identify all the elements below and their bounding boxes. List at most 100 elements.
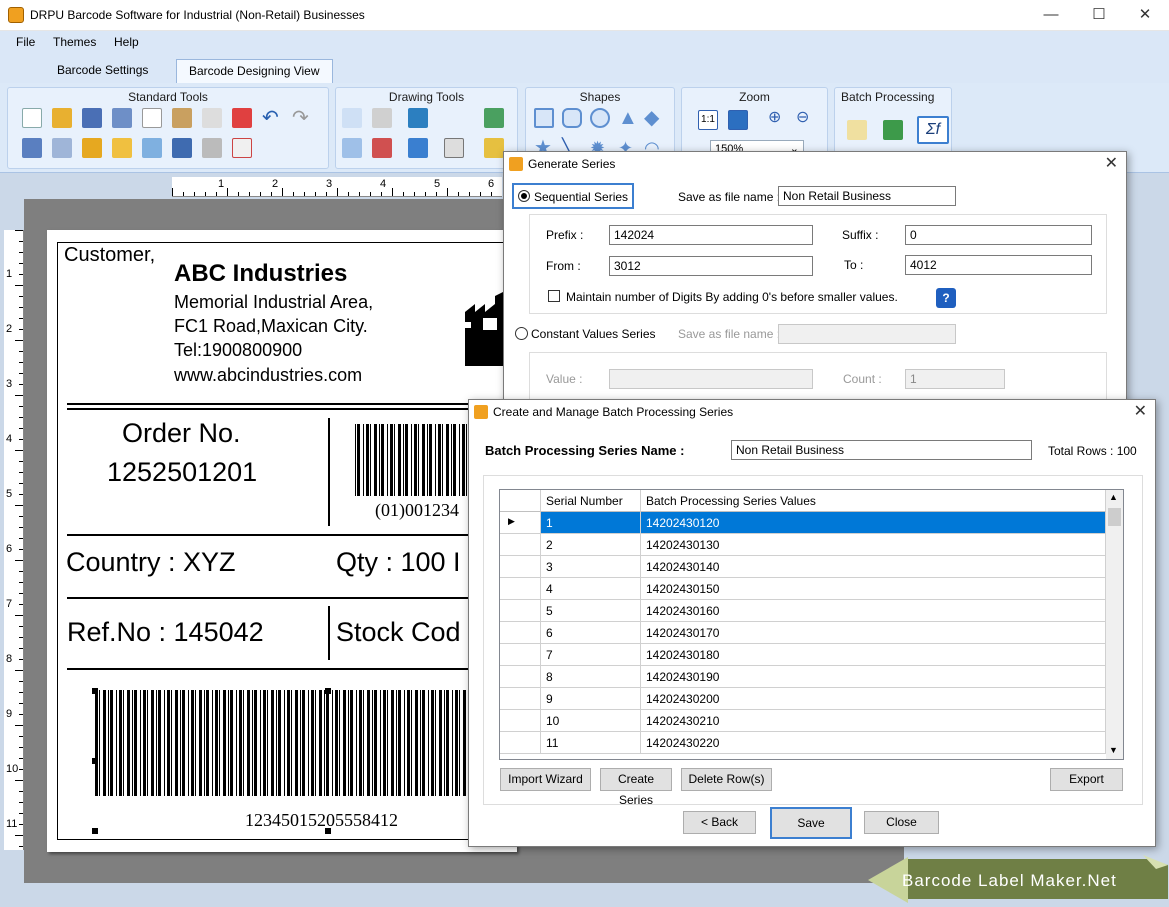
tab-barcode-settings[interactable]: Barcode Settings <box>45 59 160 83</box>
import-wizard-button[interactable]: Import Wizard <box>500 768 591 791</box>
menu-file[interactable]: File <box>16 35 35 49</box>
triangle-icon[interactable]: ▲ <box>618 108 638 128</box>
order-title[interactable]: Order No. <box>122 418 241 449</box>
redo-icon[interactable]: ↷ <box>292 108 312 128</box>
row-header[interactable] <box>500 534 541 556</box>
help-icon[interactable]: ? <box>936 288 956 308</box>
serial-cell[interactable]: 6 <box>541 622 641 644</box>
row-header[interactable] <box>500 600 541 622</box>
text-icon[interactable] <box>342 108 362 128</box>
tab-barcode-designing-view[interactable]: Barcode Designing View <box>176 59 333 83</box>
scroll-down-icon[interactable]: ▼ <box>1109 745 1118 755</box>
value-cell[interactable]: 14202430200 <box>641 688 1106 710</box>
order-number[interactable]: 1252501201 <box>107 457 257 488</box>
row-header[interactable] <box>500 688 541 710</box>
barcode-1-text[interactable]: (01)001234 <box>375 500 459 521</box>
value-cell[interactable]: 14202430190 <box>641 666 1106 688</box>
address-line2[interactable]: FC1 Road,Maxican City. <box>174 316 368 337</box>
table-row[interactable]: 2 14202430130 <box>500 534 1106 556</box>
rounded-rectangle-icon[interactable] <box>562 108 582 128</box>
close-window-button[interactable]: ✕ <box>1130 4 1160 26</box>
table-row[interactable]: 8 14202430190 <box>500 666 1106 688</box>
series-name-input[interactable]: Non Retail Business <box>731 440 1032 460</box>
scroll-up-icon[interactable]: ▲ <box>1109 492 1118 502</box>
sequential-series-radio[interactable]: Sequential Series <box>512 183 634 209</box>
scroll-thumb[interactable] <box>1108 508 1121 526</box>
edit-series-icon[interactable] <box>847 120 867 140</box>
pen-icon[interactable] <box>372 108 392 128</box>
delete-icon[interactable] <box>232 108 252 128</box>
resize-handle[interactable] <box>92 828 98 834</box>
serial-cell[interactable]: 10 <box>541 710 641 732</box>
unlock-icon[interactable] <box>112 138 132 158</box>
value-cell[interactable]: 14202430160 <box>641 600 1106 622</box>
image-icon[interactable] <box>484 108 504 128</box>
row-header[interactable] <box>500 556 541 578</box>
row-header[interactable] <box>500 578 541 600</box>
table-row[interactable]: 3 14202430140 <box>500 556 1106 578</box>
value-cell[interactable]: 14202430220 <box>641 732 1106 754</box>
company-name[interactable]: ABC Industries <box>174 260 347 288</box>
column-header-serial[interactable]: Serial Number <box>541 490 641 512</box>
resize-handle[interactable] <box>92 688 98 694</box>
value-cell[interactable]: 14202430170 <box>641 622 1106 644</box>
customer-text[interactable]: Customer, <box>64 244 155 267</box>
row-header[interactable] <box>500 710 541 732</box>
export-icon[interactable] <box>232 138 252 158</box>
value-cell[interactable]: 14202430130 <box>641 534 1106 556</box>
delete-rows-button[interactable]: Delete Row(s) <box>681 768 772 791</box>
zoom-in-icon[interactable]: ⊕ <box>768 108 788 128</box>
serial-cell[interactable]: 8 <box>541 666 641 688</box>
grid-icon[interactable] <box>142 138 162 158</box>
barcode-2-text[interactable]: 12345015205558412 <box>245 810 398 831</box>
close-button[interactable]: Close <box>864 811 939 834</box>
export-button[interactable]: Export <box>1050 768 1123 791</box>
to-input[interactable]: 4012 <box>905 255 1092 275</box>
maximize-button[interactable]: ☐ <box>1084 4 1114 26</box>
actual-size-icon[interactable]: 1:1 <box>698 110 718 130</box>
star-shape-icon[interactable] <box>342 138 362 158</box>
excel-import-icon[interactable] <box>883 120 903 140</box>
table-row[interactable]: 7 14202430180 <box>500 644 1106 666</box>
serial-cell[interactable]: 2 <box>541 534 641 556</box>
ellipse-icon[interactable] <box>590 108 610 128</box>
country-text[interactable]: Country : XYZ <box>66 547 236 578</box>
print-preview-icon[interactable] <box>172 138 192 158</box>
print-icon[interactable] <box>202 138 222 158</box>
row-header[interactable] <box>500 666 541 688</box>
row-header[interactable]: ▶ <box>500 512 541 534</box>
table-row[interactable]: 4 14202430150 <box>500 578 1106 600</box>
resize-handle[interactable] <box>325 688 331 694</box>
library-icon[interactable] <box>372 138 392 158</box>
table-row[interactable]: 9 14202430200 <box>500 688 1106 710</box>
table-row[interactable]: 5 14202430160 <box>500 600 1106 622</box>
picture-icon[interactable] <box>408 108 428 128</box>
menu-help[interactable]: Help <box>114 35 139 49</box>
save-button[interactable]: Save <box>770 807 852 839</box>
undo-icon[interactable]: ↶ <box>262 108 282 128</box>
reference-number[interactable]: Ref.No : 145042 <box>67 617 264 648</box>
column-header-values[interactable]: Batch Processing Series Values <box>641 490 1106 512</box>
table-row[interactable]: 11 14202430220 <box>500 732 1106 754</box>
website[interactable]: www.abcindustries.com <box>174 365 362 386</box>
value-cell[interactable]: 14202430210 <box>641 710 1106 732</box>
value-cell[interactable]: 14202430150 <box>641 578 1106 600</box>
row-header[interactable] <box>500 644 541 666</box>
series-formula-icon[interactable]: Σf <box>917 116 949 144</box>
fill-icon[interactable] <box>484 138 504 158</box>
constant-series-radio[interactable] <box>515 327 528 340</box>
lock-icon[interactable] <box>82 138 102 158</box>
serial-cell[interactable]: 7 <box>541 644 641 666</box>
table-row[interactable]: 6 14202430170 <box>500 622 1106 644</box>
row-header[interactable] <box>500 732 541 754</box>
menu-themes[interactable]: Themes <box>53 35 96 49</box>
paste-icon[interactable] <box>172 108 192 128</box>
save-as-icon[interactable] <box>112 108 132 128</box>
watermark-icon[interactable] <box>408 138 428 158</box>
copy-icon[interactable] <box>142 108 162 128</box>
address-line1[interactable]: Memorial Industrial Area, <box>174 292 373 313</box>
serial-cell[interactable]: 9 <box>541 688 641 710</box>
align-icon[interactable] <box>444 138 464 158</box>
save-icon[interactable] <box>82 108 102 128</box>
value-cell[interactable]: 14202430140 <box>641 556 1106 578</box>
